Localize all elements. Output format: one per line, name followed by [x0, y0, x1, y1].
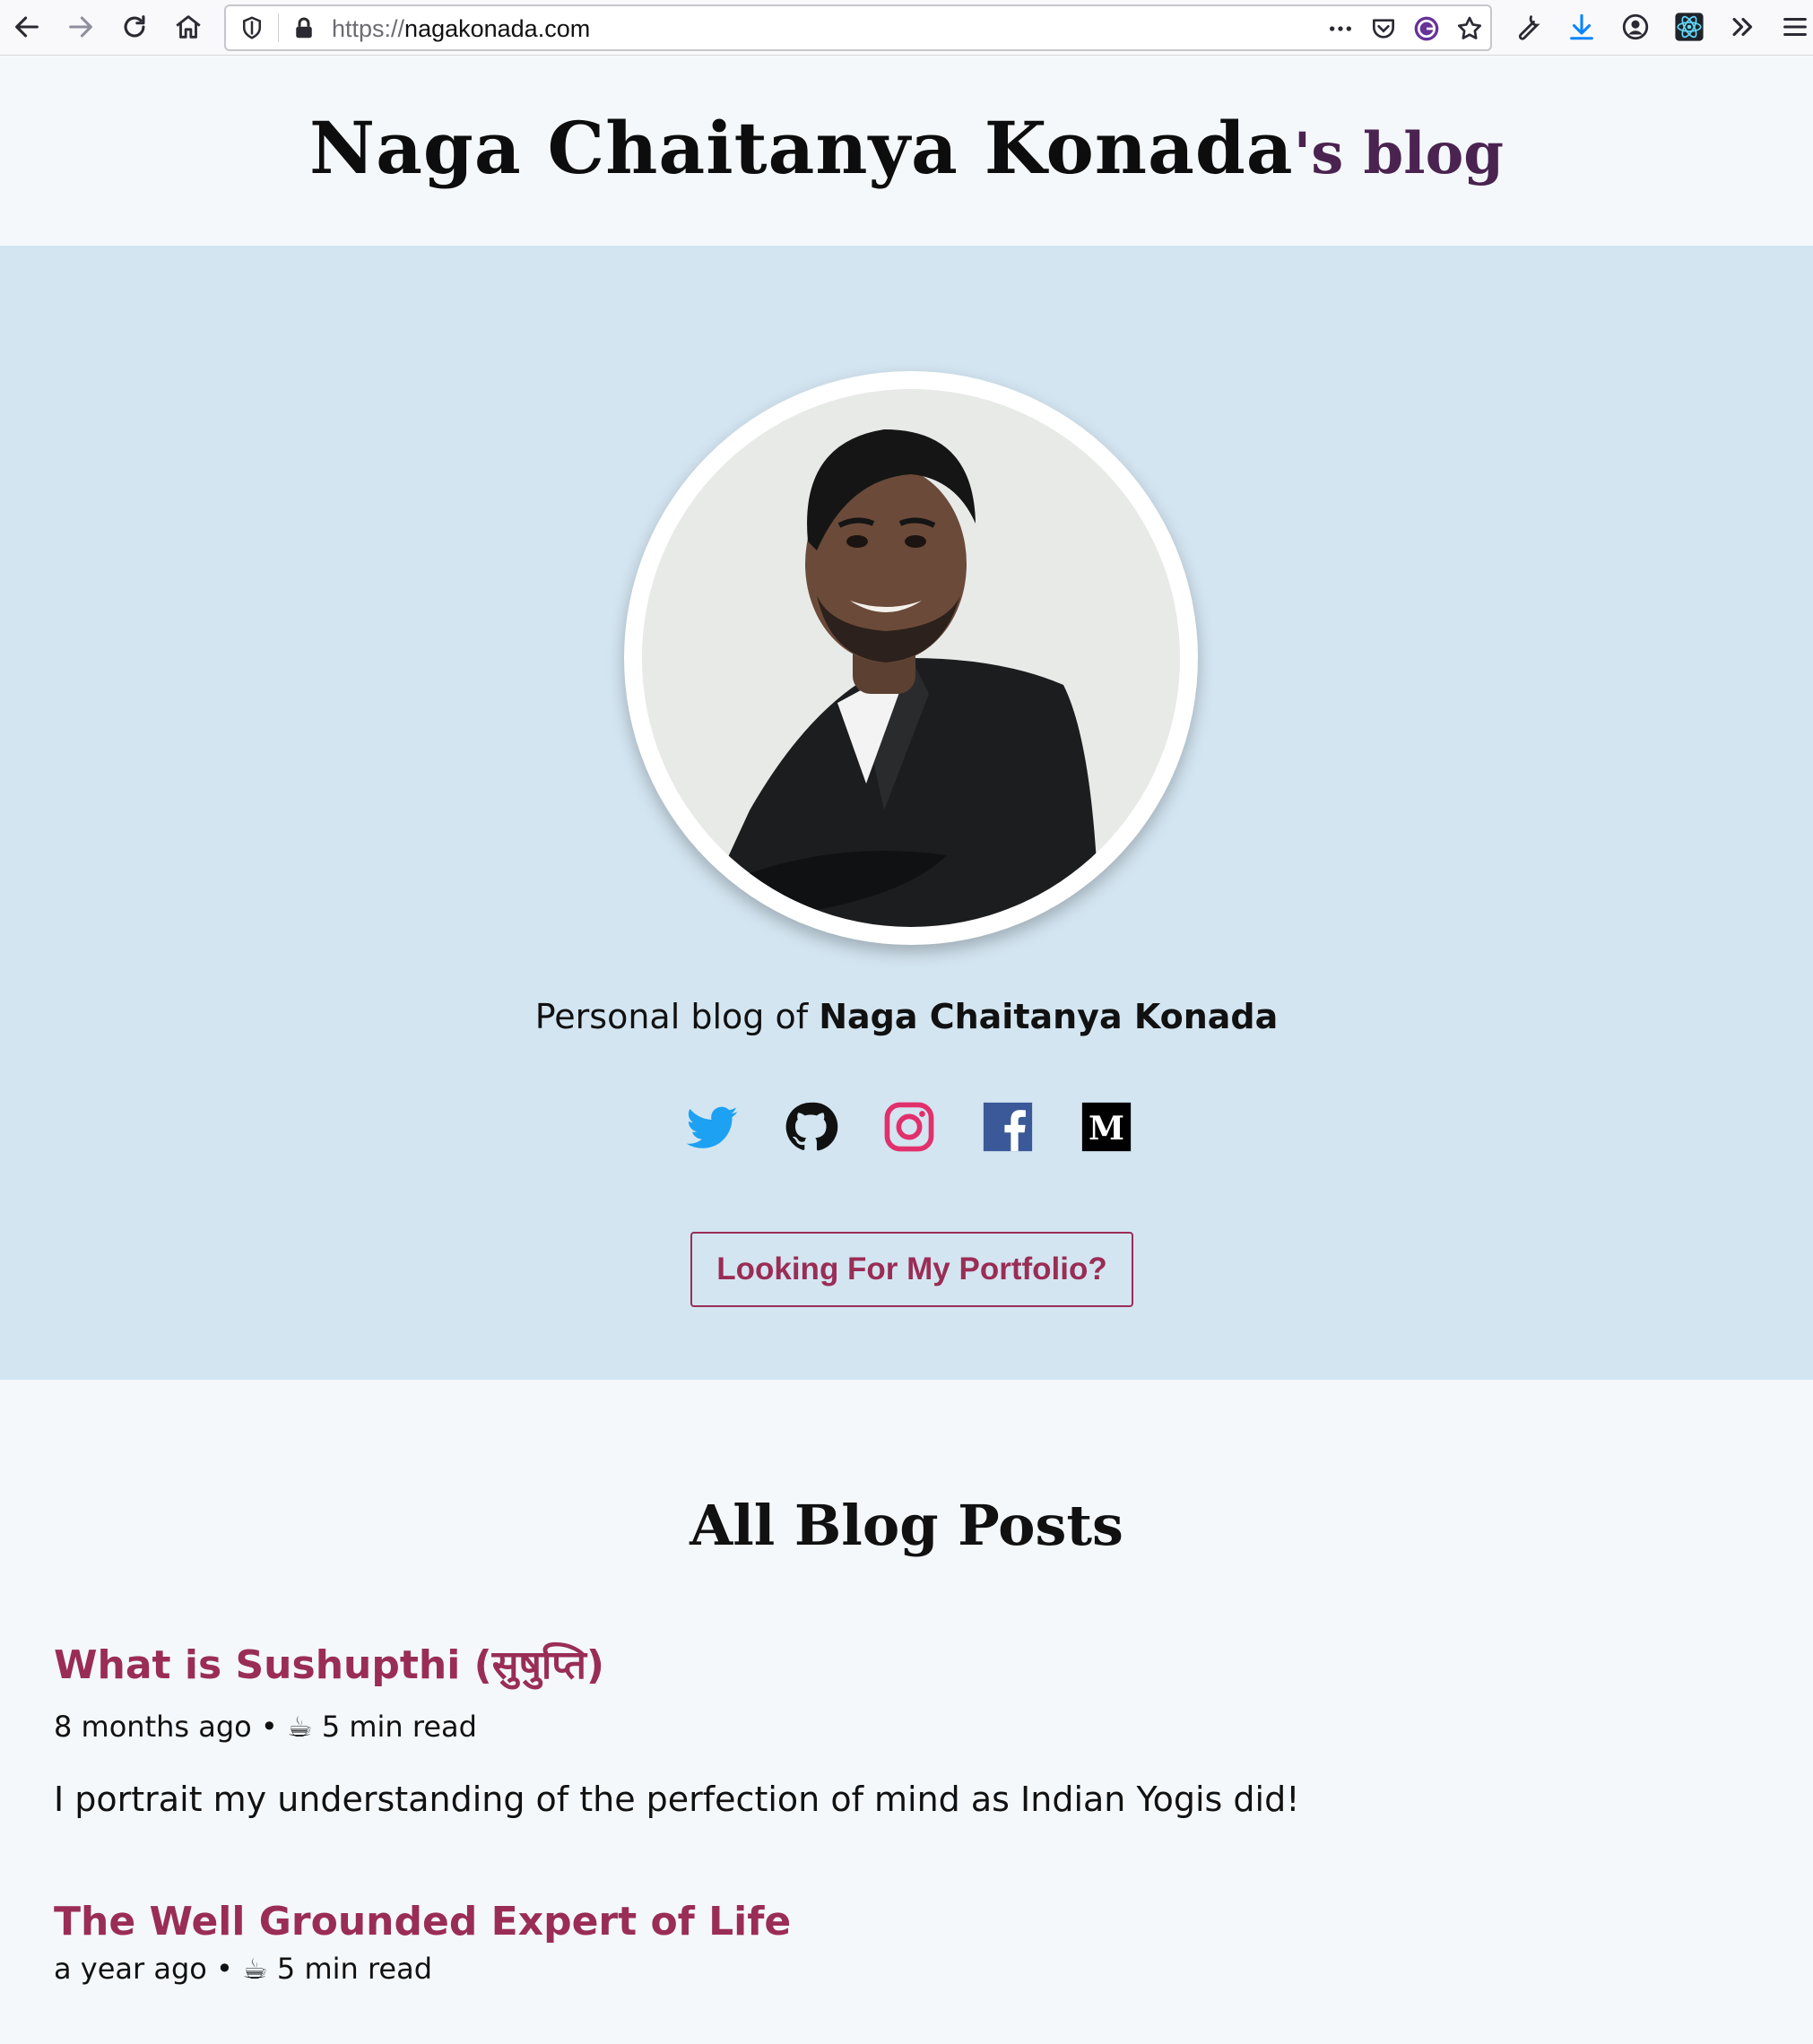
- coffee-icon: ☕: [286, 1710, 313, 1744]
- portfolio-button[interactable]: Looking For My Portfolio?: [690, 1232, 1133, 1307]
- site-header: Naga Chaitanya Konada's blog: [0, 56, 1813, 246]
- read-time: 5 min read: [276, 1952, 433, 1986]
- post-title-link[interactable]: What is Sushupthi (सुषुप्ति): [54, 1642, 604, 1688]
- gatsby-extension-icon[interactable]: [1411, 13, 1442, 44]
- home-icon[interactable]: [169, 7, 208, 47]
- meta-separator: •: [216, 1952, 233, 1986]
- reload-icon[interactable]: [115, 7, 154, 47]
- url-host: nagakonada.com: [404, 15, 591, 42]
- url-divider: [278, 13, 279, 42]
- url-text[interactable]: https://nagakonada.com: [332, 15, 590, 43]
- site-title-name: Naga Chaitanya Konada: [308, 106, 1294, 190]
- post-date: 8 months ago: [54, 1710, 252, 1744]
- post-date: a year ago: [54, 1952, 207, 1986]
- medium-icon[interactable]: M: [1079, 1099, 1134, 1155]
- meta-separator: •: [260, 1710, 278, 1744]
- download-icon[interactable]: [1562, 7, 1601, 47]
- hamburger-menu-icon[interactable]: [1775, 7, 1813, 47]
- tracking-shield-icon[interactable]: [239, 14, 265, 41]
- avatar: [624, 371, 1198, 945]
- posts-heading: All Blog Posts: [690, 1493, 1123, 1558]
- post-meta: a year ago • ☕ 5 min read: [54, 1952, 1757, 1986]
- back-icon[interactable]: [7, 7, 47, 47]
- blog-post: The Well Grounded Expert of Life a year …: [54, 1899, 1757, 1986]
- url-scheme: https://: [332, 15, 405, 42]
- github-icon[interactable]: [783, 1099, 838, 1155]
- post-excerpt: I portrait my understanding of the perfe…: [54, 1780, 1300, 1819]
- page-actions-icon[interactable]: [1325, 13, 1356, 44]
- read-time: 5 min read: [321, 1710, 477, 1744]
- react-devtools-icon[interactable]: [1670, 7, 1709, 47]
- social-links: M: [684, 1099, 1141, 1156]
- overflow-chevron-icon[interactable]: [1723, 7, 1763, 47]
- account-icon[interactable]: [1616, 7, 1655, 47]
- wrench-icon[interactable]: [1508, 7, 1548, 47]
- hero-intro-prefix: Personal blog of: [534, 997, 820, 1036]
- hero-intro-name: Naga Chaitanya Konada: [819, 997, 1279, 1036]
- coffee-icon: ☕: [242, 1952, 268, 1986]
- blog-post: What is Sushupthi (सुषुप्ति) 8 months ag…: [54, 1636, 1757, 1819]
- facebook-icon[interactable]: [980, 1099, 1036, 1155]
- lock-icon[interactable]: [291, 13, 317, 42]
- post-meta: 8 months ago • ☕ 5 min read: [54, 1710, 1757, 1744]
- browser-toolbar: https://nagakonada.com: [0, 0, 1813, 56]
- twitter-icon[interactable]: [684, 1099, 740, 1155]
- profile-photo: [642, 389, 1180, 927]
- hero-section: Personal blog of Naga Chaitanya Konada M…: [0, 246, 1813, 1380]
- bookmark-star-icon[interactable]: [1454, 13, 1485, 44]
- forward-icon[interactable]: [61, 7, 100, 47]
- hero-intro: Personal blog of Naga Chaitanya Konada: [0, 997, 1813, 1036]
- instagram-icon[interactable]: [881, 1099, 937, 1155]
- pocket-icon[interactable]: [1368, 13, 1399, 44]
- post-title-link[interactable]: The Well Grounded Expert of Life: [54, 1899, 791, 1944]
- url-bar[interactable]: https://nagakonada.com: [224, 4, 1492, 51]
- site-title-suffix: 's blog: [1293, 120, 1505, 187]
- svg-text:M: M: [1089, 1109, 1124, 1148]
- site-title[interactable]: Naga Chaitanya Konada's blog: [0, 106, 1813, 190]
